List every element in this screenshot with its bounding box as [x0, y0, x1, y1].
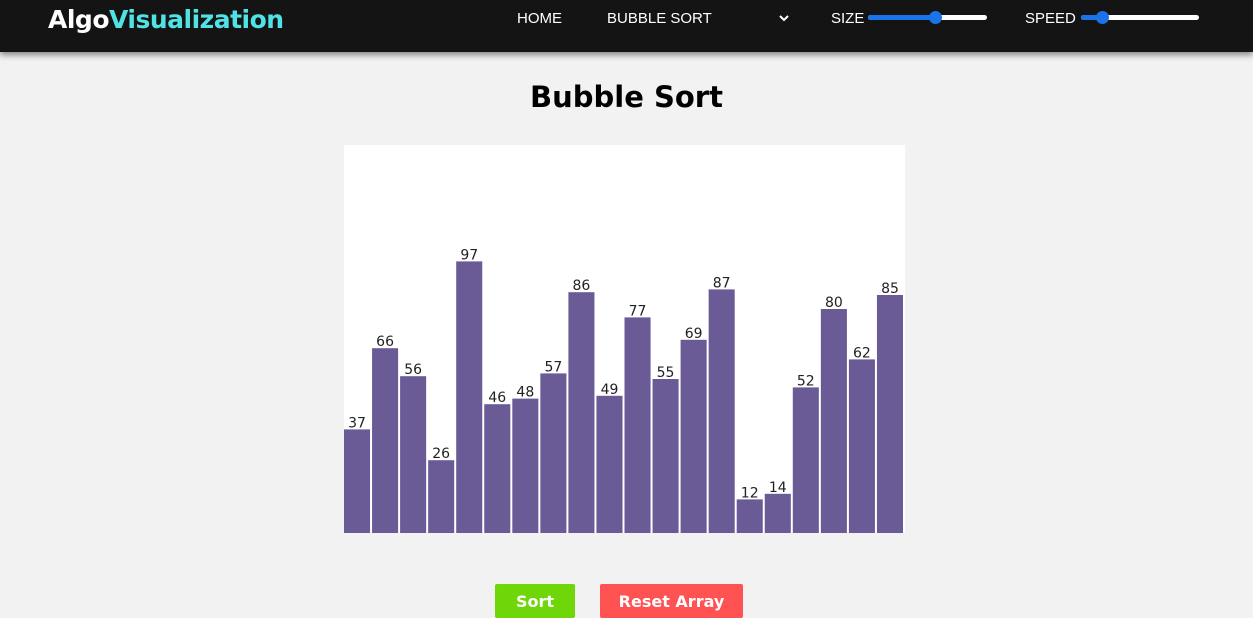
- page-title: Bubble Sort: [530, 80, 723, 114]
- size-slider-thumb[interactable]: [929, 11, 943, 24]
- brand-part-1: Algo: [48, 5, 110, 34]
- algorithm-select[interactable]: BUBBLE SORT: [607, 10, 712, 27]
- bar-15: [764, 493, 791, 533]
- size-slider-fill: [868, 15, 936, 20]
- speed-slider[interactable]: [1081, 11, 1199, 24]
- bar-label-12: 69: [685, 326, 703, 342]
- bar-label-17: 80: [825, 295, 843, 311]
- bar-label-5: 46: [488, 390, 506, 406]
- bar-17: [820, 309, 847, 533]
- bar-label-13: 87: [713, 275, 731, 291]
- navbar: AlgoVisualization HOME BUBBLE SORT SIZE …: [0, 0, 1253, 52]
- bar-chart: 37 66 56 26 97 46 48 57 86 49 77 55 69 87 12 14 52 80 62 85: [344, 247, 903, 533]
- bar-5: [484, 404, 511, 533]
- bar-11: [652, 379, 679, 533]
- sort-button[interactable]: Sort: [495, 584, 575, 618]
- brand-part-2: Visualization: [109, 5, 284, 34]
- bar-label-4: 97: [460, 247, 478, 263]
- bar-label-19: 85: [881, 281, 899, 297]
- bar-19: [876, 295, 903, 533]
- size-slider[interactable]: [868, 11, 987, 24]
- speed-label: SPEED: [1025, 10, 1076, 27]
- bar-label-10: 77: [629, 303, 647, 319]
- bar-13: [708, 289, 735, 533]
- bar-label-16: 52: [797, 373, 815, 389]
- speed-slider-thumb[interactable]: [1095, 11, 1109, 24]
- bar-10: [624, 317, 651, 533]
- bar-label-0: 37: [348, 415, 366, 431]
- bar-label-6: 48: [516, 385, 534, 401]
- bar-14: [736, 499, 763, 533]
- size-label: SIZE: [831, 10, 865, 27]
- chevron-down-icon[interactable]: [778, 12, 790, 24]
- bar-label-2: 56: [404, 362, 422, 378]
- bar-2: [400, 376, 427, 533]
- bar-1: [372, 348, 399, 533]
- bar-4: [456, 261, 483, 533]
- bar-label-8: 86: [573, 278, 591, 294]
- bar-label-18: 62: [853, 345, 871, 361]
- bar-12: [680, 339, 707, 533]
- bar-label-3: 26: [432, 446, 450, 462]
- brand-logo[interactable]: AlgoVisualization: [48, 5, 284, 34]
- bar-0: [344, 429, 371, 533]
- bar-label-9: 49: [601, 382, 619, 398]
- bar-label-14: 12: [741, 485, 759, 501]
- bar-label-1: 66: [376, 334, 394, 350]
- bar-8: [568, 292, 595, 533]
- bar-16: [792, 387, 819, 533]
- bar-label-15: 14: [769, 480, 787, 496]
- bar-7: [540, 373, 567, 533]
- bar-6: [512, 398, 539, 533]
- bar-label-7: 57: [544, 359, 562, 375]
- bar-label-11: 55: [657, 365, 675, 381]
- bar-chart-panel: 37 66 56 26 97 46 48 57 86 49 77 55 69 87 12 14 52 80 62 85: [344, 145, 905, 533]
- nav-home-link[interactable]: HOME: [517, 10, 562, 27]
- bar-9: [596, 395, 623, 533]
- reset-array-button[interactable]: Reset Array: [600, 584, 743, 618]
- bar-3: [428, 460, 455, 533]
- bar-18: [848, 359, 875, 533]
